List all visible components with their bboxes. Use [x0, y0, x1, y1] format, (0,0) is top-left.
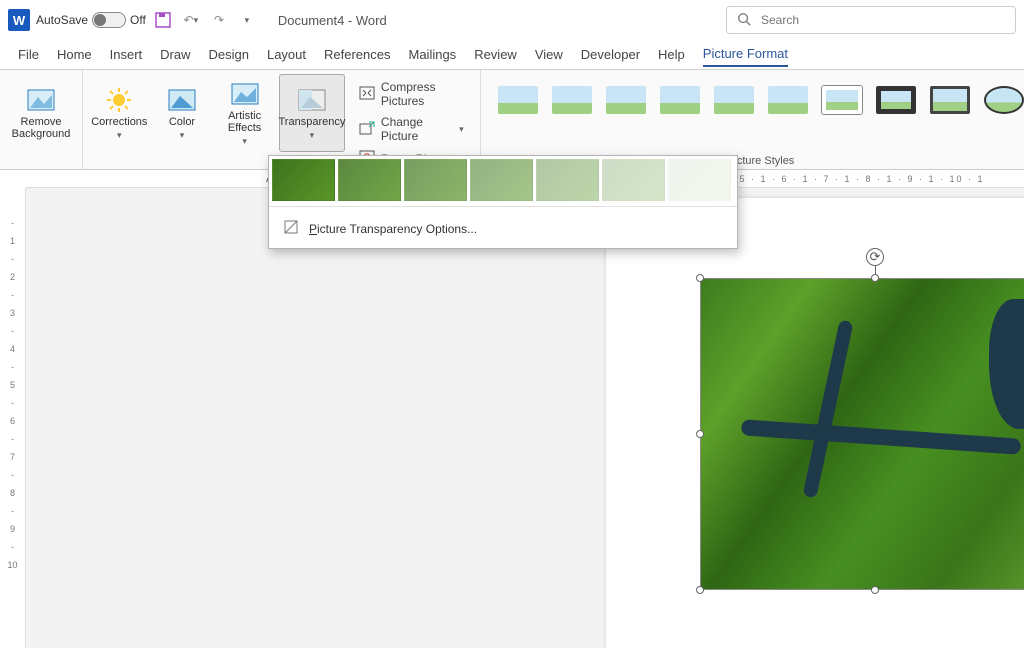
rotate-handle[interactable]: ⟳ — [866, 248, 884, 266]
remove-background-icon — [25, 86, 57, 114]
change-picture-button[interactable]: Change Picture ▾ — [355, 113, 468, 145]
transparency-preset-3[interactable] — [470, 159, 533, 201]
picture-style-5[interactable] — [711, 82, 757, 118]
transparency-options-icon — [283, 219, 299, 238]
corrections-label: Corrections — [91, 116, 147, 128]
resize-handle-t[interactable] — [871, 274, 879, 282]
transparency-options-label: Picture Transparency Options... — [309, 222, 477, 236]
picture-style-8[interactable] — [873, 82, 919, 118]
vertical-ruler: -1-2 -3-4 -5-6 -7-8 -9-10 — [0, 188, 26, 648]
picture-style-6[interactable] — [765, 82, 811, 118]
transparency-preset-4[interactable] — [536, 159, 599, 201]
chevron-down-icon: ▾ — [180, 130, 185, 141]
search-placeholder: Search — [761, 13, 799, 27]
change-picture-label: Change Picture — [381, 115, 453, 143]
selected-picture[interactable]: ⟳ — [700, 278, 1024, 590]
save-icon[interactable] — [152, 9, 174, 31]
tab-file[interactable]: File — [18, 43, 39, 66]
tab-draw[interactable]: Draw — [160, 43, 190, 66]
remove-background-label: Remove Background — [8, 116, 74, 140]
transparency-presets-row — [269, 156, 737, 204]
customize-qat-icon[interactable]: ▾ — [236, 9, 258, 31]
search-input[interactable]: Search — [726, 6, 1016, 34]
transparency-preset-1[interactable] — [338, 159, 401, 201]
tab-insert[interactable]: Insert — [110, 43, 143, 66]
picture-style-7[interactable] — [819, 82, 865, 118]
tab-home[interactable]: Home — [57, 43, 92, 66]
resize-handle-b[interactable] — [871, 586, 879, 594]
artistic-effects-label: Artistic Effects — [216, 110, 273, 134]
remove-background-button[interactable]: Remove Background — [8, 74, 74, 152]
transparency-preset-5[interactable] — [602, 159, 665, 201]
search-icon — [737, 12, 751, 29]
autosave-toggle[interactable]: AutoSave Off — [36, 12, 146, 28]
picture-style-4[interactable] — [657, 82, 703, 118]
tab-picture-format[interactable]: Picture Format — [703, 42, 788, 67]
tab-mailings[interactable]: Mailings — [409, 43, 457, 66]
color-button[interactable]: Color ▾ — [154, 74, 211, 152]
tab-layout[interactable]: Layout — [267, 43, 306, 66]
resize-handle-bl[interactable] — [696, 586, 704, 594]
toggle-switch[interactable] — [92, 12, 126, 28]
document-canvas[interactable]: ⟳ — [26, 188, 1024, 648]
artistic-effects-button[interactable]: Artistic Effects ▾ — [216, 74, 273, 152]
transparency-preset-0[interactable] — [272, 159, 335, 201]
ribbon-tabs: File Home Insert Draw Design Layout Refe… — [0, 40, 1024, 70]
title-bar: W AutoSave Off ↶▾ ↷ ▾ Document4 - Word S… — [0, 0, 1024, 40]
artistic-effects-icon — [229, 80, 261, 108]
picture-style-1[interactable] — [495, 82, 541, 118]
corrections-icon — [103, 86, 135, 114]
picture-style-2[interactable] — [549, 82, 595, 118]
chevron-down-icon: ▾ — [459, 124, 464, 135]
tab-view[interactable]: View — [535, 43, 563, 66]
autosave-label: AutoSave — [36, 13, 88, 27]
chevron-down-icon: ▾ — [310, 130, 315, 141]
chevron-down-icon: ▾ — [242, 136, 247, 147]
transparency-preset-6[interactable] — [668, 159, 731, 201]
ribbon-group-background: Remove Background — [0, 70, 83, 169]
resize-handle-l[interactable] — [696, 430, 704, 438]
chevron-down-icon: ▾ — [117, 130, 122, 141]
undo-icon[interactable]: ↶▾ — [180, 9, 202, 31]
compress-icon — [359, 86, 375, 103]
document-title: Document4 - Word — [278, 13, 387, 28]
compress-pictures-button[interactable]: Compress Pictures — [355, 78, 468, 110]
color-icon — [166, 86, 198, 114]
transparency-label: Transparency — [279, 116, 346, 128]
transparency-dropdown-panel: Picture Transparency Options... — [268, 155, 738, 249]
transparency-button[interactable]: Transparency ▾ — [279, 74, 345, 152]
picture-content — [700, 278, 1024, 590]
tab-developer[interactable]: Developer — [581, 43, 640, 66]
tab-review[interactable]: Review — [474, 43, 517, 66]
tab-help[interactable]: Help — [658, 43, 685, 66]
resize-handle-tl[interactable] — [696, 274, 704, 282]
autosave-state: Off — [130, 13, 146, 27]
corrections-button[interactable]: Corrections ▾ — [91, 74, 148, 152]
picture-transparency-options[interactable]: Picture Transparency Options... — [269, 209, 737, 248]
tab-references[interactable]: References — [324, 43, 390, 66]
word-app-icon: W — [8, 9, 30, 31]
change-picture-icon — [359, 121, 375, 138]
picture-style-10[interactable] — [981, 82, 1024, 118]
picture-style-3[interactable] — [603, 82, 649, 118]
redo-icon[interactable]: ↷ — [208, 9, 230, 31]
transparency-icon — [296, 86, 328, 114]
workspace: -1-2 -3-4 -5-6 -7-8 -9-10 ⟳ — [0, 188, 1024, 648]
compress-label: Compress Pictures — [381, 80, 464, 108]
picture-style-9[interactable] — [927, 82, 973, 118]
color-label: Color — [169, 116, 195, 128]
transparency-preset-2[interactable] — [404, 159, 467, 201]
tab-design[interactable]: Design — [209, 43, 249, 66]
